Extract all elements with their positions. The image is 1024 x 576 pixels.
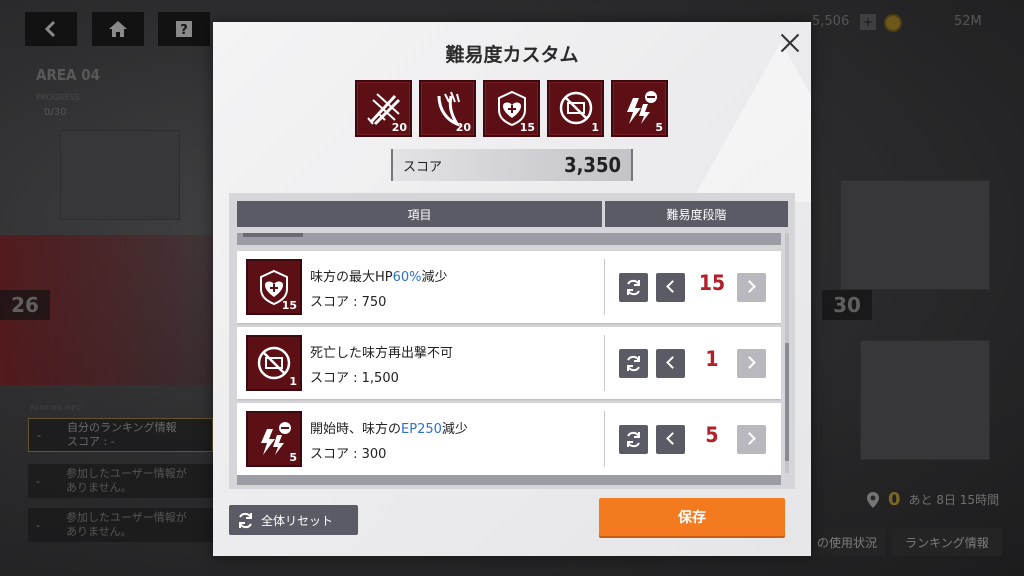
decrease-button[interactable] <box>656 349 685 378</box>
increase-button[interactable] <box>737 349 766 378</box>
hp-down-icon: 15 <box>246 259 302 315</box>
chevron-left-icon <box>666 432 679 445</box>
decrease-button[interactable] <box>656 425 685 454</box>
reset-item-button[interactable] <box>619 273 648 302</box>
list-top-edge <box>237 233 781 245</box>
dialog-title: 難易度カスタム <box>445 44 579 66</box>
no-redeploy-icon: 1 <box>246 335 302 391</box>
icon-level: 15 <box>281 299 297 312</box>
item-name: 死亡した味方再出撃不可 <box>310 342 453 361</box>
icon-level: 5 <box>655 121 663 134</box>
ep-down-icon: 5 <box>246 411 302 467</box>
item-name-text: 開始時、味方の <box>310 422 402 437</box>
chevron-right-icon <box>743 280 756 293</box>
difficulty-level: 5 <box>705 423 719 447</box>
ep-down-glyph <box>627 91 657 124</box>
item-name: 味方の最大HP60%減少 <box>310 266 448 285</box>
divider <box>604 259 605 315</box>
hp-down-icon[interactable]: 15 <box>483 80 540 137</box>
increase-button[interactable] <box>737 273 766 302</box>
reset-all-button[interactable]: 全体リセット <box>229 505 358 535</box>
icon-level: 20 <box>455 121 471 134</box>
ep-down-icon[interactable]: 5 <box>611 80 668 137</box>
chevron-right-icon <box>743 356 756 369</box>
scrollbar-thumb[interactable] <box>785 343 789 461</box>
score-label: スコア <box>403 159 443 175</box>
chevron-left-icon <box>666 280 679 293</box>
reset-item-button[interactable] <box>619 349 648 378</box>
refresh-icon <box>627 355 640 372</box>
ep-down-glyph <box>261 422 291 455</box>
icon-level: 20 <box>391 121 407 134</box>
reset-item-button[interactable] <box>619 425 648 454</box>
attack-down-icon[interactable]: 20 <box>355 80 412 137</box>
icon-level: 15 <box>519 121 535 134</box>
difficulty-level: 15 <box>698 271 726 295</box>
item-score: スコア : 750 <box>310 295 387 310</box>
item-name-highlight: 60% <box>392 270 422 285</box>
item-name-suffix: 減少 <box>441 422 468 437</box>
divider <box>604 335 605 391</box>
item-score: スコア : 300 <box>310 447 387 462</box>
increase-button[interactable] <box>737 425 766 454</box>
reset-all-label: 全体リセット <box>261 513 334 528</box>
chevron-right-icon <box>743 432 756 445</box>
difficulty-icon-row: 20 20 15 1 5 <box>355 80 668 137</box>
icon-level: 1 <box>591 121 599 134</box>
no-redeploy-glyph <box>559 91 593 125</box>
item-name-highlight: EP250 <box>401 422 442 437</box>
defense-down-icon[interactable]: 20 <box>419 80 476 137</box>
item-score: スコア : 1,500 <box>310 371 399 386</box>
item-name-suffix: 減少 <box>421 270 448 285</box>
refresh-icon <box>239 512 252 529</box>
no-redeploy-glyph <box>257 346 291 380</box>
header-level: 難易度段階 <box>605 201 788 227</box>
header-item: 項目 <box>237 201 602 227</box>
decrease-button[interactable] <box>656 273 685 302</box>
item-name: 開始時、味方のEP250減少 <box>310 418 468 437</box>
icon-level: 1 <box>289 375 297 388</box>
refresh-icon <box>627 279 640 296</box>
list-item: 5 開始時、味方のEP250減少 スコア : 300 5 <box>237 403 781 475</box>
no-redeploy-icon[interactable]: 1 <box>547 80 604 137</box>
list-bottom-edge <box>237 475 781 485</box>
difficulty-table: 項目 難易度段階 15 味方の最大HP60%減少 スコア : 750 15 1 … <box>229 193 795 489</box>
item-name-text: 味方の最大HP <box>310 270 393 285</box>
difficulty-custom-dialog: 難易度カスタム 20 20 15 1 5 スコア 3,350 項目 難易度段階 … <box>213 22 811 556</box>
difficulty-level: 1 <box>705 347 719 371</box>
total-score: スコア 3,350 <box>391 149 633 181</box>
divider <box>604 411 605 467</box>
score-value: 3,350 <box>564 153 621 177</box>
item-name-text: 死亡した味方再出撃不可 <box>310 346 454 361</box>
list-item: 1 死亡した味方再出撃不可 スコア : 1,500 1 <box>237 327 781 399</box>
close-button[interactable] <box>777 30 803 56</box>
difficulty-list[interactable]: 15 味方の最大HP60%減少 スコア : 750 15 1 死亡した味方再出撃… <box>237 233 781 485</box>
icon-level: 5 <box>289 451 297 464</box>
list-item: 15 味方の最大HP60%減少 スコア : 750 15 <box>237 251 781 323</box>
chevron-left-icon <box>666 356 679 369</box>
refresh-icon <box>627 431 640 448</box>
save-button[interactable]: 保存 <box>599 498 785 536</box>
